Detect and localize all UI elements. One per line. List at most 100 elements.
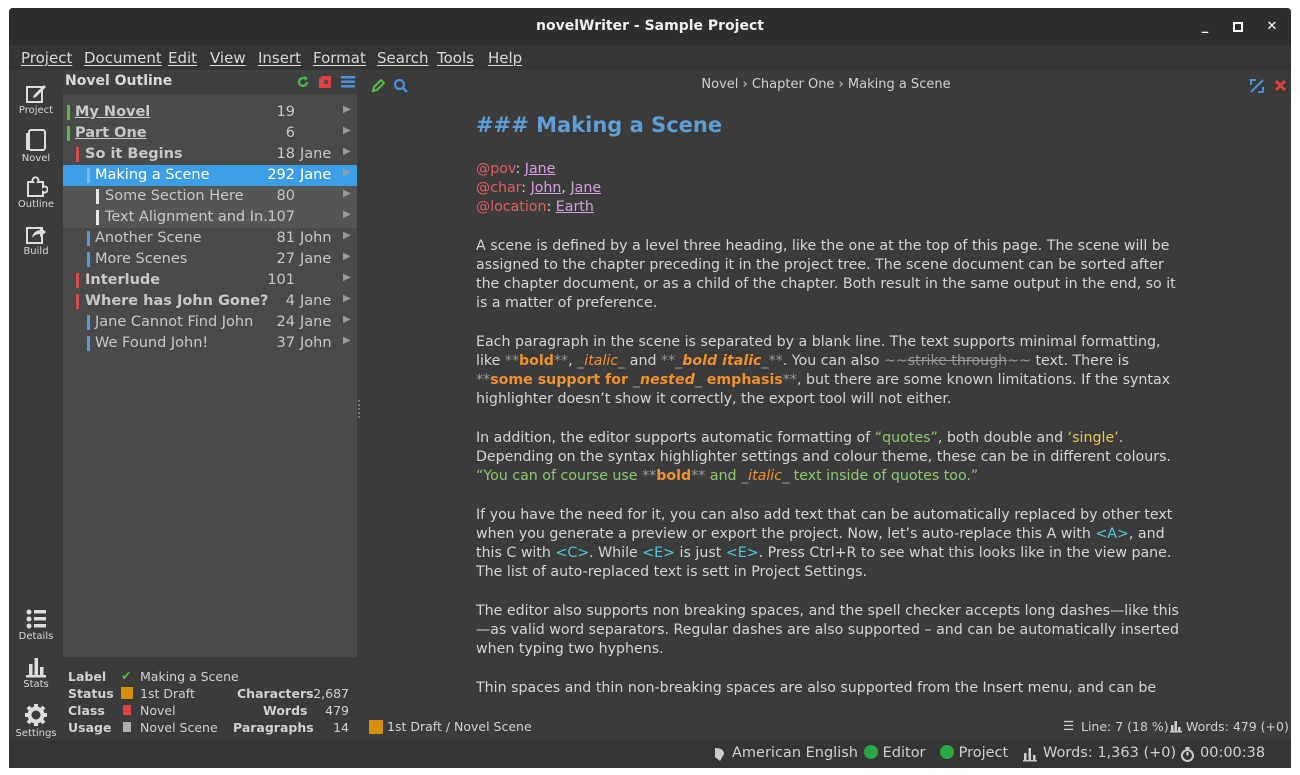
meta-value: Earth <box>555 199 594 215</box>
word-count: 18 <box>276 146 295 162</box>
word-count: 4 <box>285 293 295 309</box>
menu-format[interactable]: Format <box>313 49 366 67</box>
paragraph: In addition, the editor supports automat… <box>476 430 1171 484</box>
meta-value: Jane <box>570 180 602 196</box>
tree-row[interactable]: Some Section Here 80 ▶ <box>63 186 357 207</box>
level-marker <box>67 105 70 120</box>
expand-arrow-icon[interactable]: ▶ <box>343 146 351 157</box>
project-view-button[interactable]: Project <box>9 82 63 116</box>
breadcrumb: Novel › Chapter One › Making a Scene <box>701 77 951 92</box>
menu-lines-icon[interactable] <box>341 75 355 88</box>
bar-chart-icon <box>1170 721 1182 733</box>
tree-item-name: My Novel <box>75 104 151 120</box>
tree-row[interactable]: So it Begins 18 Jane ▶ <box>63 144 357 165</box>
expand-arrow-icon[interactable]: ▶ <box>343 230 351 241</box>
close-document-icon[interactable] <box>1274 79 1287 92</box>
word-count: 101 <box>267 272 295 288</box>
line-list-icon: ☰ <box>1063 718 1075 733</box>
outline-header: Novel Outline <box>63 70 357 94</box>
document-text[interactable]: ### Making a Scene @pov: Jane @char: Joh… <box>476 100 1188 712</box>
pov-name: Jane <box>300 314 332 330</box>
editor-footer: 1st Draft / Novel Scene ☰ Line: 7 (18 %)… <box>361 712 1291 740</box>
class-key: Class <box>68 703 105 718</box>
meta-value: John <box>530 180 562 196</box>
checkmark-icon: ✔ <box>121 668 132 683</box>
document-editor[interactable]: ### Making a Scene @pov: Jane @char: Joh… <box>361 100 1291 712</box>
level-marker <box>87 252 90 267</box>
expand-arrow-icon[interactable]: ▶ <box>343 125 351 136</box>
tree-row[interactable]: Part One 6 ▶ <box>63 123 357 144</box>
outline-title: Novel Outline <box>65 73 173 89</box>
word-count: 37 <box>276 335 295 351</box>
meta-keyword: @char <box>476 180 522 196</box>
minimize-button[interactable]: _ <box>1195 17 1215 37</box>
stats-button[interactable]: Stats <box>9 656 63 690</box>
status-square-icon <box>369 720 383 734</box>
tree-row[interactable]: Jane Cannot Find John 24 Jane ▶ <box>63 312 357 333</box>
menu-tools[interactable]: Tools <box>437 49 474 67</box>
tree-item-name: Jane Cannot Find John <box>95 314 254 330</box>
details-label: Details <box>18 631 54 642</box>
label-key: Label <box>68 669 107 684</box>
maximize-button[interactable] <box>1228 17 1248 37</box>
tree-row[interactable]: Interlude 101 ▶ <box>63 270 357 291</box>
pov-name: John <box>300 335 332 351</box>
tree-row[interactable]: My Novel 19 ▶ <box>63 102 357 123</box>
level-marker <box>76 147 79 162</box>
fullscreen-icon[interactable] <box>1250 79 1264 93</box>
paragraphs-value: 14 <box>333 720 349 735</box>
spell-check-icon <box>715 748 724 761</box>
tree-row-selected[interactable]: Making a Scene 292 Jane ▶ <box>63 165 357 186</box>
menu-view[interactable]: View <box>210 49 246 67</box>
level-marker <box>76 294 79 309</box>
tree-item-name: Another Scene <box>95 230 202 246</box>
build-button[interactable]: Build <box>9 223 63 257</box>
expand-arrow-icon[interactable]: ▶ <box>343 335 351 346</box>
words-key: Words <box>263 703 308 718</box>
expand-arrow-icon[interactable]: ▶ <box>343 188 351 199</box>
book-icon <box>26 129 46 151</box>
novel-label: Novel <box>21 153 51 164</box>
pov-name: Jane <box>300 293 332 309</box>
novel-view-button[interactable]: Novel <box>9 128 63 164</box>
tree-row[interactable]: We Found John! 37 John ▶ <box>63 333 357 354</box>
characters-value: 2,687 <box>313 686 349 701</box>
list-icon <box>26 609 46 629</box>
expand-arrow-icon[interactable]: ▶ <box>343 167 351 178</box>
expand-arrow-icon[interactable]: ▶ <box>343 314 351 325</box>
expand-arrow-icon[interactable]: ▶ <box>343 272 351 283</box>
expand-arrow-icon[interactable]: ▶ <box>343 251 351 262</box>
window-title: novelWriter - Sample Project <box>536 18 764 34</box>
close-window-button[interactable]: ✕ <box>1262 17 1282 37</box>
left-toolbar: Project Novel Outline Build Details Stat… <box>9 70 63 768</box>
outline-view-button[interactable]: Outline <box>9 176 63 210</box>
bar-chart-icon <box>1023 748 1037 762</box>
item-details-panel: Label ✔ Making a Scene Status 1st Draft … <box>63 657 357 742</box>
refresh-icon[interactable] <box>297 76 309 88</box>
details-button[interactable]: Details <box>9 608 63 642</box>
tree-row[interactable]: Another Scene 81 John ▶ <box>63 228 357 249</box>
menu-project[interactable]: Project <box>21 49 72 67</box>
project-edit-icon <box>26 85 46 103</box>
expand-arrow-icon[interactable]: ▶ <box>343 209 351 220</box>
status-bar: American English Editor Project Words: 1… <box>9 740 1291 768</box>
level-marker <box>87 168 90 183</box>
menu-document[interactable]: Document <box>84 49 162 67</box>
tree-item-name: So it Begins <box>85 146 183 162</box>
menu-edit[interactable]: Edit <box>168 49 197 67</box>
expand-arrow-icon[interactable]: ▶ <box>343 104 351 115</box>
document-status: 1st Draft / Novel Scene <box>387 719 532 734</box>
tree-row[interactable]: Where has John Gone? 4 Jane ▶ <box>63 291 357 312</box>
tree-row[interactable]: Text Alignment and In... 107 ▶ <box>63 207 357 228</box>
expand-arrow-icon[interactable]: ▶ <box>343 293 351 304</box>
settings-button[interactable]: Settings <box>9 703 63 739</box>
novel-root-icon[interactable] <box>319 75 332 89</box>
paragraph: Each paragraph in the scene is separated… <box>476 334 1171 407</box>
menu-insert[interactable]: Insert <box>258 49 301 67</box>
tree-row[interactable]: More Scenes 27 Jane ▶ <box>63 249 357 270</box>
menu-help[interactable]: Help <box>488 49 522 67</box>
paragraph: The editor also supports non breaking sp… <box>476 603 1179 657</box>
menu-search[interactable]: Search <box>377 49 429 67</box>
status-square-icon <box>121 687 133 699</box>
language-indicator[interactable]: American English <box>732 745 858 761</box>
